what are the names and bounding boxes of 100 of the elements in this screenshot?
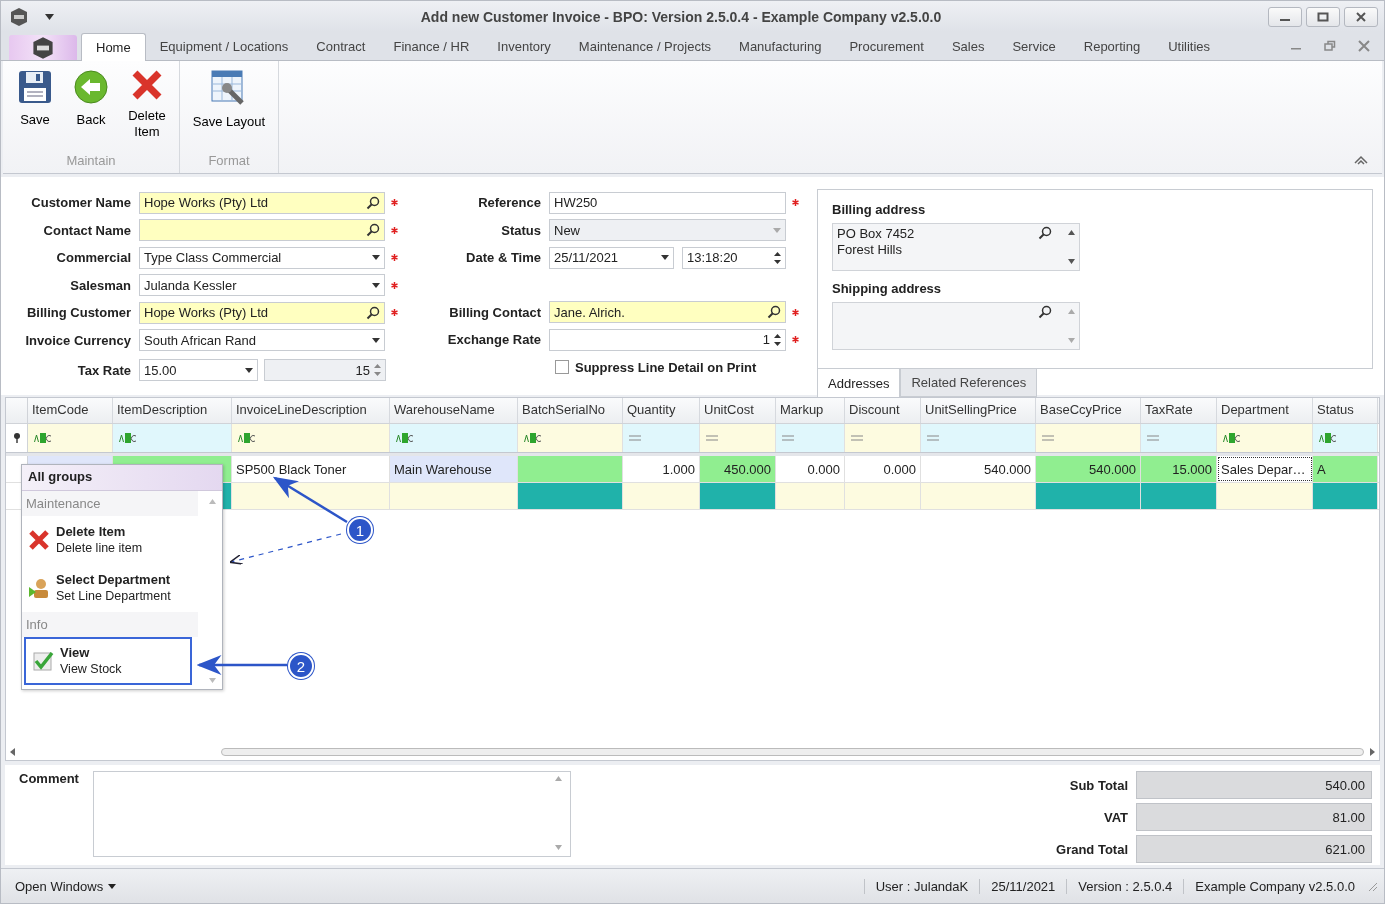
text-field[interactable]: HW250: [549, 191, 786, 214]
resize-grip-icon[interactable]: [1366, 880, 1378, 892]
close-icon[interactable]: [1358, 40, 1370, 52]
application-menu-button[interactable]: [9, 35, 77, 60]
minimize-button[interactable]: [1268, 6, 1302, 27]
search-icon[interactable]: [1038, 305, 1052, 319]
lookup-field[interactable]: Jane. Alrich.: [549, 301, 786, 324]
column-header[interactable]: Department: [1217, 398, 1313, 423]
spin-arrows-icon[interactable]: [774, 251, 781, 264]
filter-cell[interactable]: [623, 424, 700, 452]
dropdown-field[interactable]: South African Rand: [139, 329, 385, 352]
search-icon[interactable]: [366, 195, 380, 210]
filter-cell[interactable]: [113, 424, 232, 452]
dropdown-field[interactable]: 15.00: [139, 359, 258, 381]
ribbon-tab[interactable]: Utilities: [1154, 33, 1225, 60]
panel-tab[interactable]: Addresses: [817, 369, 901, 399]
column-header[interactable]: Discount: [845, 398, 921, 423]
address-field[interactable]: PO Box 7452 Forest Hills: [832, 223, 1080, 271]
ribbon-tab[interactable]: Equipment / Locations: [145, 33, 303, 60]
filter-cell[interactable]: [28, 424, 113, 452]
column-header[interactable]: TaxRate: [1141, 398, 1217, 423]
column-header[interactable]: Status: [1313, 398, 1378, 423]
ribbon-tab[interactable]: Inventory: [483, 33, 565, 60]
column-header[interactable]: InvoiceLineDescription: [232, 398, 390, 423]
ribbon-tab[interactable]: Sales: [937, 33, 999, 60]
dropdown-field[interactable]: New: [549, 219, 786, 242]
dropdown-arrow-icon[interactable]: [245, 367, 253, 373]
scroll-arrows-icon[interactable]: [209, 499, 216, 683]
scroll-left-icon[interactable]: [10, 748, 15, 756]
ribbon-tab[interactable]: Home: [81, 33, 146, 61]
lookup-field[interactable]: Hope Works (Pty) Ltd: [139, 191, 385, 214]
filter-cell[interactable]: [1036, 424, 1141, 452]
filter-cell[interactable]: [390, 424, 518, 452]
menu-item[interactable]: Select Department Set Line Department: [22, 564, 198, 612]
dropdown-field[interactable]: Type Class Commercial: [139, 246, 385, 269]
time-field[interactable]: 13:18:20: [682, 246, 786, 269]
ribbon-tab[interactable]: Manufacturing: [725, 33, 836, 60]
column-header[interactable]: UnitCost: [700, 398, 776, 423]
app-logo-icon[interactable]: [9, 6, 29, 27]
address-field[interactable]: [832, 302, 1080, 350]
ribbon-button[interactable]: Save Layout: [184, 67, 274, 151]
filter-cell[interactable]: [1217, 424, 1313, 452]
filter-cell[interactable]: [1141, 424, 1217, 452]
lookup-field[interactable]: Hope Works (Pty) Ltd: [139, 301, 385, 324]
spin-arrows-icon[interactable]: [774, 333, 781, 346]
close-icon: [1355, 11, 1367, 22]
dropdown-field[interactable]: Julanda Kessler: [139, 274, 385, 297]
restore-icon[interactable]: [1324, 40, 1336, 52]
dropdown-arrow-icon[interactable]: [372, 255, 380, 261]
ribbon-tab[interactable]: Maintenance / Projects: [564, 33, 726, 60]
comment-field[interactable]: [93, 771, 571, 857]
column-header[interactable]: ItemCode: [28, 398, 113, 423]
column-header[interactable]: ItemDescription: [113, 398, 232, 423]
menu-item[interactable]: Delete Item Delete line item: [22, 516, 198, 564]
filter-cell[interactable]: [518, 424, 623, 452]
panel-tab[interactable]: Related References: [900, 369, 1038, 397]
search-icon[interactable]: [1038, 226, 1052, 240]
column-header[interactable]: UnitSellingPrice: [921, 398, 1036, 423]
menu-group-label: Maintenance: [22, 491, 198, 516]
ribbon-tab[interactable]: Procurement: [835, 33, 938, 60]
dropdown-arrow-icon[interactable]: [372, 337, 380, 343]
dropdown-caret-icon[interactable]: [45, 13, 54, 20]
checkbox[interactable]: [555, 360, 569, 374]
scroll-arrows-icon[interactable]: [1068, 230, 1075, 264]
dropdown-arrow-icon[interactable]: [372, 282, 380, 288]
maximize-button[interactable]: [1306, 6, 1340, 27]
ribbon-tab[interactable]: Finance / HR: [379, 33, 484, 60]
spin-field[interactable]: 15: [264, 359, 386, 381]
filter-cell[interactable]: [1313, 424, 1378, 452]
search-icon[interactable]: [366, 305, 380, 320]
ribbon-tab[interactable]: Contract: [302, 33, 380, 60]
lookup-field[interactable]: [139, 219, 385, 242]
scrollbar-thumb[interactable]: [221, 748, 1364, 756]
ribbon-button[interactable]: Back: [63, 67, 119, 151]
column-header[interactable]: BatchSerialNo: [518, 398, 623, 423]
search-icon[interactable]: [366, 223, 380, 238]
collapse-ribbon-icon[interactable]: [1354, 155, 1368, 165]
ribbon-tab[interactable]: Reporting: [1069, 33, 1155, 60]
ribbon-button[interactable]: Save: [7, 67, 63, 151]
filter-cell[interactable]: [700, 424, 776, 452]
filter-cell[interactable]: [776, 424, 845, 452]
scroll-right-icon[interactable]: [1370, 748, 1375, 756]
filter-cell[interactable]: [921, 424, 1036, 452]
table-cell: 15.000: [1141, 456, 1217, 482]
ribbon-tab[interactable]: Service: [998, 33, 1070, 60]
filter-cell[interactable]: [845, 424, 921, 452]
close-button[interactable]: [1344, 6, 1378, 27]
spin-field[interactable]: 1: [549, 328, 786, 351]
open-windows-menu[interactable]: Open Windows: [9, 877, 123, 895]
column-header[interactable]: Markup: [776, 398, 845, 423]
column-header[interactable]: BaseCcyPrice: [1036, 398, 1141, 423]
ribbon-button[interactable]: Delete Item: [119, 67, 175, 151]
column-header[interactable]: WarehouseName: [390, 398, 518, 423]
column-header[interactable]: Quantity: [623, 398, 700, 423]
date-field[interactable]: 25/11/2021: [549, 246, 674, 269]
filter-cell[interactable]: [232, 424, 390, 452]
dropdown-arrow-icon[interactable]: [661, 255, 669, 261]
menu-item[interactable]: View View Stock: [24, 637, 192, 685]
search-icon[interactable]: [767, 305, 781, 320]
field-label: Billing Contact: [448, 304, 542, 320]
